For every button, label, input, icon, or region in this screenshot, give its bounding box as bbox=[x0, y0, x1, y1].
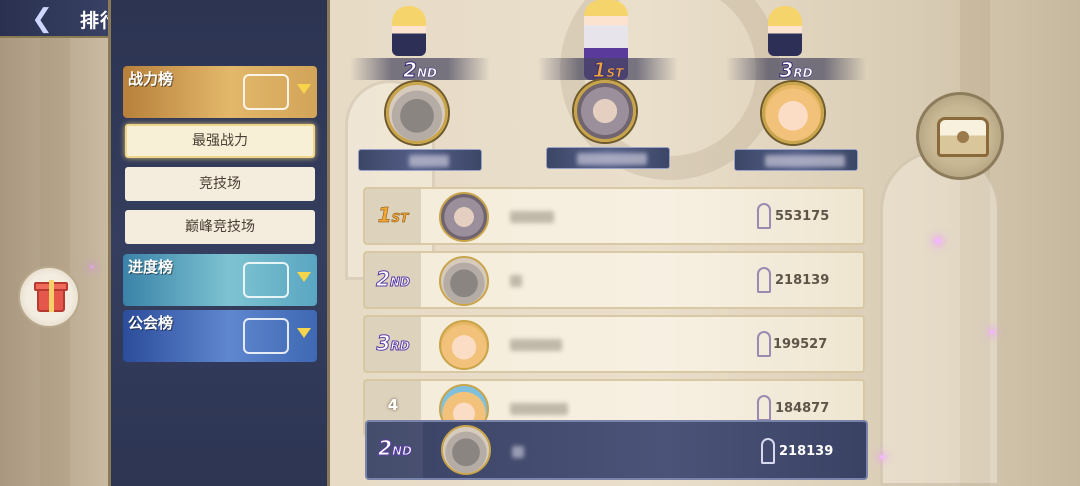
rank-tag: 3RD bbox=[726, 58, 866, 83]
category-progress[interactable]: 进度榜 bbox=[123, 254, 317, 306]
podium-third[interactable]: 3RD bbox=[726, 2, 866, 192]
player-name bbox=[512, 446, 524, 458]
bear-avatar bbox=[441, 425, 491, 475]
category-label: 公会榜 bbox=[128, 314, 174, 332]
power-value: 218139 bbox=[779, 444, 834, 459]
my-ranking-row[interactable]: 2ND 218139 bbox=[365, 420, 868, 480]
bear-avatar bbox=[439, 256, 489, 306]
rank-badge: 1ST bbox=[365, 189, 421, 243]
gift-button[interactable] bbox=[18, 266, 80, 328]
podium-second[interactable]: 2ND bbox=[350, 2, 490, 192]
sword-power-icon bbox=[757, 331, 771, 357]
ranking-row[interactable]: 3RD 199527 bbox=[363, 315, 865, 373]
chevron-down-icon bbox=[297, 328, 311, 338]
power-value: 218139 bbox=[775, 273, 830, 288]
left-backdrop bbox=[0, 0, 108, 486]
sword-power-icon bbox=[757, 395, 771, 421]
sub-item-peak-arena[interactable]: 巅峰竞技场 bbox=[125, 210, 315, 244]
player-name-plate bbox=[546, 147, 670, 169]
player-name bbox=[510, 211, 554, 223]
player-name-plate bbox=[358, 149, 482, 171]
rank-tag: 1ST bbox=[538, 58, 678, 83]
sword-power-icon bbox=[757, 267, 771, 293]
blonde-girl-avatar bbox=[762, 82, 824, 144]
category-power[interactable]: 战力榜 bbox=[123, 66, 317, 118]
rank-badge: 2ND bbox=[367, 422, 423, 478]
player-name bbox=[510, 275, 522, 287]
power-value: 553175 bbox=[775, 209, 830, 224]
category-label: 战力榜 bbox=[128, 70, 174, 88]
ranking-row[interactable]: 2ND 218139 bbox=[363, 251, 865, 309]
podium-first[interactable]: 1ST bbox=[538, 0, 678, 190]
sub-item-strongest-power[interactable]: 最强战力 bbox=[125, 124, 315, 158]
progress-emblem-icon bbox=[243, 262, 289, 298]
power-value: 199527 bbox=[773, 337, 828, 352]
silver-hair-man-avatar bbox=[439, 192, 489, 242]
power-value: 184877 bbox=[775, 401, 830, 416]
category-guild[interactable]: 公会榜 bbox=[123, 310, 317, 362]
category-panel: 战力榜 最强战力 竞技场 巅峰竞技场 进度榜 公会榜 bbox=[108, 0, 330, 486]
character-sprite bbox=[768, 6, 802, 56]
sword-power-icon bbox=[757, 203, 771, 229]
blonde-girl-avatar bbox=[439, 320, 489, 370]
player-name-plate bbox=[734, 149, 858, 171]
chevron-down-icon bbox=[297, 84, 311, 94]
chevron-down-icon bbox=[297, 272, 311, 282]
sword-power-icon bbox=[761, 438, 775, 464]
character-sprite bbox=[392, 6, 426, 56]
bear-avatar bbox=[386, 82, 448, 144]
player-name bbox=[510, 403, 568, 415]
back-arrow-icon[interactable]: ❮ bbox=[22, 4, 62, 34]
rank-badge: 2ND bbox=[365, 253, 421, 307]
ranking-row[interactable]: 1ST 553175 bbox=[363, 187, 865, 245]
guild-emblem-icon bbox=[243, 318, 289, 354]
sub-item-arena[interactable]: 竞技场 bbox=[125, 167, 315, 201]
player-name bbox=[510, 339, 562, 351]
rank-tag: 2ND bbox=[350, 58, 490, 83]
power-emblem-icon bbox=[243, 74, 289, 110]
rank-badge: 3RD bbox=[365, 317, 421, 371]
category-label: 进度榜 bbox=[128, 258, 174, 276]
reward-chest-button[interactable] bbox=[916, 92, 1004, 180]
silver-hair-man-avatar bbox=[574, 80, 636, 142]
